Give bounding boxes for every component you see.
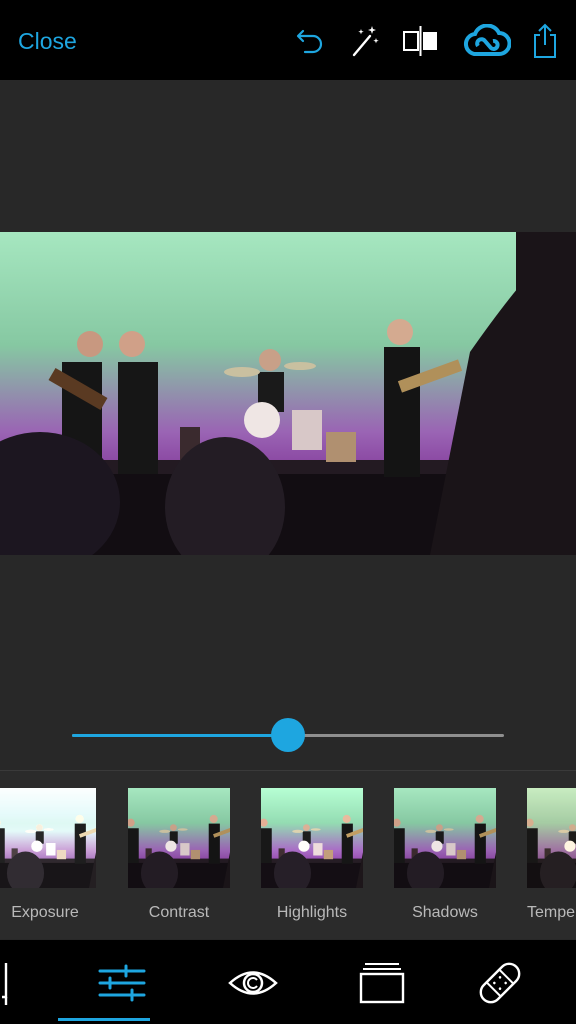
- crop-icon[interactable]: [0, 958, 20, 1008]
- adjustment-label: Highlights: [276, 904, 348, 921]
- exposure-thumbnail: [0, 788, 96, 888]
- creative-cloud-icon[interactable]: [462, 22, 512, 60]
- slider-thumb[interactable]: [271, 718, 305, 752]
- adjustment-label: Tempe: [527, 904, 576, 921]
- adjustment-temperature[interactable]: Tempe: [527, 788, 576, 921]
- edited-photo[interactable]: [0, 232, 576, 555]
- highlights-thumbnail: [261, 788, 363, 888]
- shadows-thumbnail: [394, 788, 496, 888]
- healing-bandage-icon[interactable]: [474, 958, 526, 1008]
- temperature-thumbnail: [527, 788, 576, 888]
- adjustment-shadows[interactable]: Shadows: [394, 788, 496, 921]
- eye-icon[interactable]: [226, 958, 280, 1008]
- share-icon[interactable]: [528, 22, 562, 60]
- frames-icon[interactable]: [356, 958, 408, 1008]
- adjustment-exposure[interactable]: Exposure: [0, 788, 96, 921]
- top-toolbar: Close: [0, 0, 576, 80]
- adjustment-label: Contrast: [148, 904, 210, 921]
- active-tool-indicator: [58, 1018, 150, 1021]
- bottom-toolbar: [0, 940, 576, 1024]
- adjustment-contrast[interactable]: Contrast: [128, 788, 230, 921]
- close-button[interactable]: Close: [18, 26, 77, 56]
- slider-fill: [72, 734, 288, 737]
- adjustment-highlights[interactable]: Highlights: [261, 788, 363, 921]
- adjustment-slider[interactable]: [72, 718, 504, 752]
- compare-icon[interactable]: [400, 22, 442, 60]
- magic-wand-icon[interactable]: [346, 22, 382, 60]
- undo-icon[interactable]: [292, 22, 328, 60]
- adjustment-label: Shadows: [412, 904, 478, 921]
- adjustments-strip[interactable]: Exposure Contrast Highlights Shadows Tem…: [0, 771, 576, 939]
- adjustments-icon[interactable]: [94, 958, 150, 1008]
- contrast-thumbnail: [128, 788, 230, 888]
- adjustment-label: Exposure: [11, 904, 79, 921]
